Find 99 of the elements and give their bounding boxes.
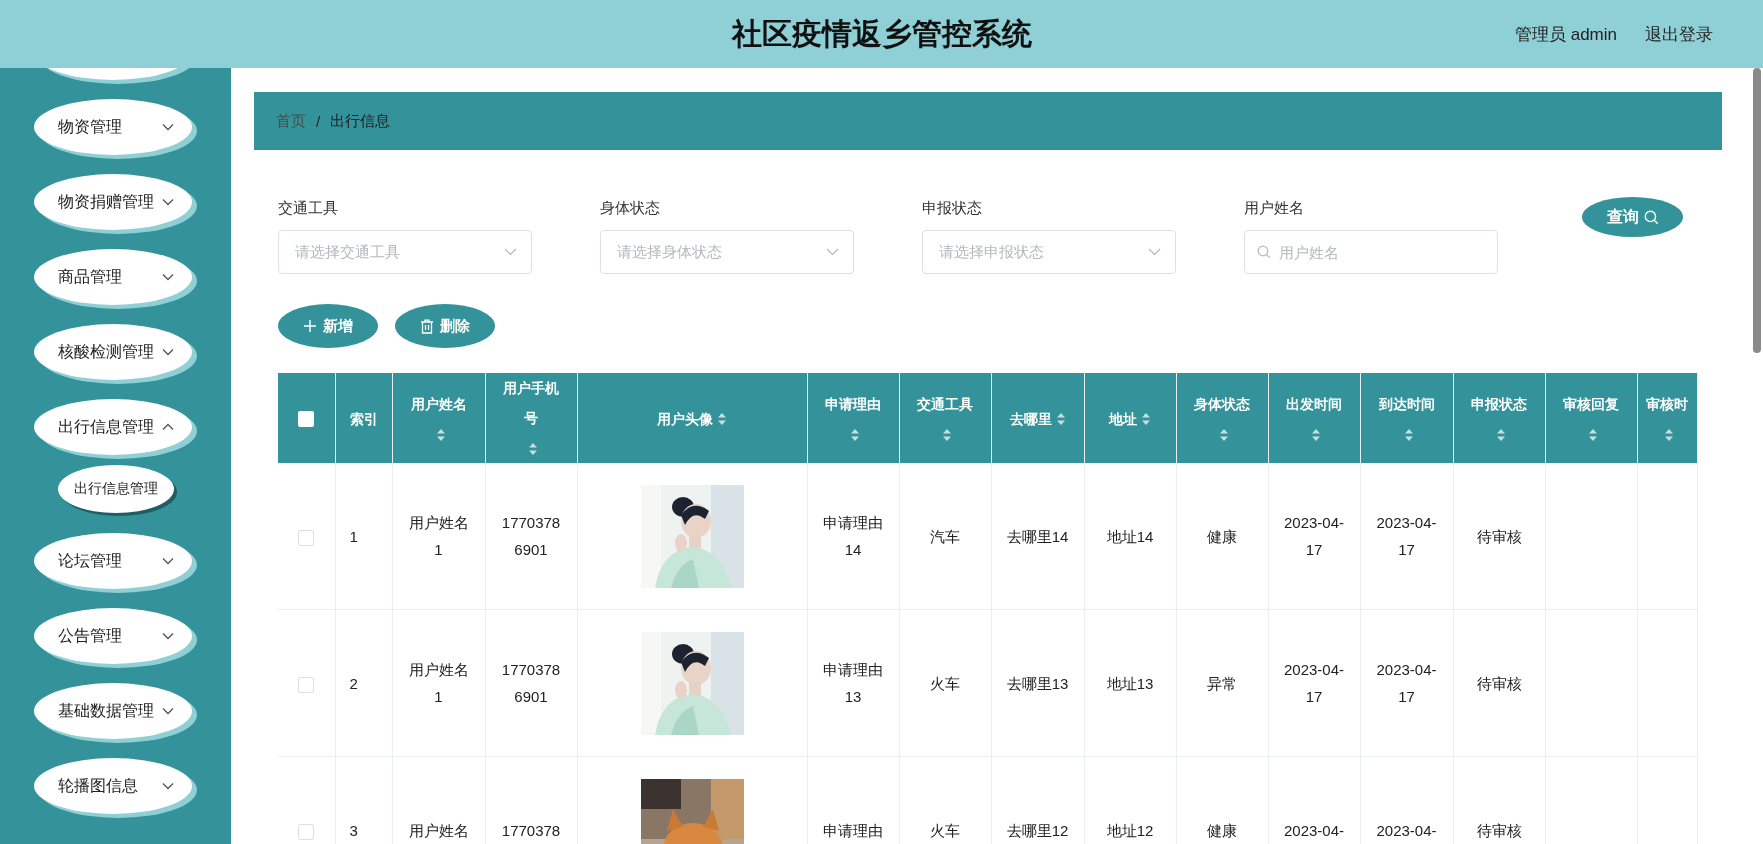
row-checkbox[interactable] bbox=[298, 676, 315, 693]
row-checkbox[interactable] bbox=[298, 823, 315, 840]
caret-icon bbox=[504, 248, 517, 256]
sort-icon[interactable] bbox=[1496, 427, 1506, 442]
table-cell: 健康 bbox=[1176, 463, 1268, 610]
column-header[interactable]: 出发时间 bbox=[1286, 388, 1342, 419]
column-header[interactable]: 身体状态 bbox=[1194, 388, 1250, 419]
delete-button[interactable]: 删除 bbox=[395, 304, 495, 348]
table-cell: 地址14 bbox=[1084, 463, 1176, 610]
sort-icon[interactable] bbox=[1055, 411, 1066, 426]
table-cell: 2023-04-17 bbox=[1360, 463, 1453, 610]
table-cell: 地址13 bbox=[1084, 609, 1176, 757]
table-cell: 待审核 bbox=[1453, 609, 1545, 757]
select-field[interactable]: 请选择交通工具 bbox=[278, 230, 532, 274]
sort-icon[interactable] bbox=[1311, 427, 1321, 442]
column-header[interactable]: 用户手机号 bbox=[497, 373, 565, 433]
column-header[interactable]: 地址 bbox=[1109, 403, 1137, 434]
sort-icon[interactable] bbox=[850, 427, 860, 442]
select-all-checkbox[interactable] bbox=[298, 411, 315, 428]
table-cell: 用户姓名1 bbox=[392, 463, 485, 610]
table-cell: 火车 bbox=[899, 756, 991, 844]
caret-icon bbox=[162, 423, 174, 431]
sort-icon[interactable] bbox=[1403, 427, 1414, 442]
table-cell: 2023-04-17 bbox=[1360, 609, 1453, 757]
caret-icon bbox=[162, 123, 174, 131]
caret-icon bbox=[162, 557, 174, 565]
sort-icon[interactable] bbox=[717, 411, 727, 426]
table-cell: 待审核 bbox=[1453, 463, 1545, 610]
table-cell: 17703786901 bbox=[485, 463, 577, 610]
table-cell: 2 bbox=[335, 609, 392, 757]
column-header[interactable]: 申请理由 bbox=[825, 388, 881, 419]
table-cell: 1 bbox=[335, 463, 392, 610]
sort-icon[interactable] bbox=[1664, 427, 1674, 442]
column-header[interactable]: 去哪里 bbox=[1009, 403, 1052, 434]
search-icon bbox=[1257, 245, 1271, 259]
row-checkbox[interactable] bbox=[298, 529, 315, 546]
caret-icon bbox=[162, 632, 174, 640]
column-header[interactable]: 索引 bbox=[349, 403, 378, 434]
caret-icon bbox=[162, 273, 174, 281]
scrollbar[interactable] bbox=[1753, 68, 1761, 353]
breadcrumb-separator: / bbox=[316, 112, 321, 130]
table-cell: 地址12 bbox=[1084, 756, 1176, 844]
filter-label: 用户姓名 bbox=[1244, 199, 1305, 218]
search-icon bbox=[1643, 209, 1659, 225]
table-cell: 健康 bbox=[1176, 756, 1268, 844]
column-header[interactable]: 用户头像 bbox=[657, 403, 713, 434]
table-cell: 申请理由 bbox=[807, 756, 899, 844]
column-header[interactable]: 审核回复 bbox=[1563, 388, 1619, 419]
table-cell: 2023-04-17 bbox=[1268, 463, 1360, 610]
table-cell: 2023-04- bbox=[1360, 756, 1453, 844]
caret-icon bbox=[826, 248, 839, 256]
table-cell: 待审核 bbox=[1453, 756, 1545, 844]
admin-user-label: 管理员 admin bbox=[1514, 23, 1617, 46]
select-field[interactable]: 请选择身体状态 bbox=[600, 230, 854, 274]
table-cell: 申请理由13 bbox=[807, 609, 899, 757]
sidebar-subitem[interactable]: 出行信息管理 bbox=[58, 465, 174, 513]
app-title: 社区疫情返乡管控系统 bbox=[730, 15, 1033, 52]
table-cell: 用户姓名 bbox=[392, 756, 485, 844]
filter-label: 交通工具 bbox=[278, 199, 339, 218]
table-cell: 去哪里13 bbox=[991, 609, 1084, 757]
sort-icon[interactable] bbox=[435, 427, 446, 442]
caret-icon bbox=[162, 707, 174, 715]
table-cell: 申请理由14 bbox=[807, 463, 899, 610]
select-field[interactable]: 请选择申报状态 bbox=[922, 230, 1176, 274]
column-header[interactable]: 交通工具 bbox=[917, 388, 973, 419]
table-cell: 汽车 bbox=[899, 463, 991, 610]
trash-icon bbox=[420, 318, 434, 334]
logout-link[interactable]: 退出登录 bbox=[1645, 22, 1713, 46]
caret-icon bbox=[162, 782, 174, 790]
table-cell: 去哪里12 bbox=[991, 756, 1084, 844]
sort-icon[interactable] bbox=[1588, 427, 1598, 442]
sort-icon[interactable] bbox=[942, 427, 952, 442]
add-button[interactable]: 新增 bbox=[278, 304, 378, 348]
query-button[interactable]: 查询 bbox=[1582, 197, 1683, 237]
breadcrumb-link[interactable]: 首页 bbox=[276, 111, 306, 131]
plus-icon bbox=[303, 319, 317, 333]
search-field[interactable]: 用户姓名 bbox=[1244, 230, 1498, 274]
sort-icon[interactable] bbox=[1219, 427, 1229, 442]
filter-label: 身体状态 bbox=[600, 199, 661, 218]
table-cell: 去哪里14 bbox=[991, 463, 1084, 610]
table-cell: 2023-04- bbox=[1268, 756, 1360, 844]
column-header[interactable]: 用户姓名 bbox=[410, 388, 467, 419]
column-header[interactable]: 到达时间 bbox=[1378, 388, 1435, 419]
table-cell: 火车 bbox=[899, 609, 991, 757]
breadcrumb-current: 出行信息 bbox=[330, 111, 391, 131]
column-header[interactable]: 审核时 bbox=[1646, 388, 1688, 419]
table-cell: 用户姓名1 bbox=[392, 609, 485, 757]
filter-label: 申报状态 bbox=[922, 199, 983, 218]
table-cell: 异常 bbox=[1176, 609, 1268, 757]
table-cell: 1770378 bbox=[485, 756, 577, 844]
sort-icon[interactable] bbox=[1141, 411, 1151, 426]
caret-icon bbox=[162, 198, 174, 206]
sort-icon[interactable] bbox=[528, 442, 538, 457]
column-header[interactable]: 申报状态 bbox=[1471, 388, 1527, 419]
caret-icon bbox=[1148, 248, 1161, 256]
table-cell: 17703786901 bbox=[485, 609, 577, 757]
table-cell: 2023-04-17 bbox=[1268, 609, 1360, 757]
caret-icon bbox=[162, 348, 174, 356]
table-cell: 3 bbox=[335, 756, 392, 844]
